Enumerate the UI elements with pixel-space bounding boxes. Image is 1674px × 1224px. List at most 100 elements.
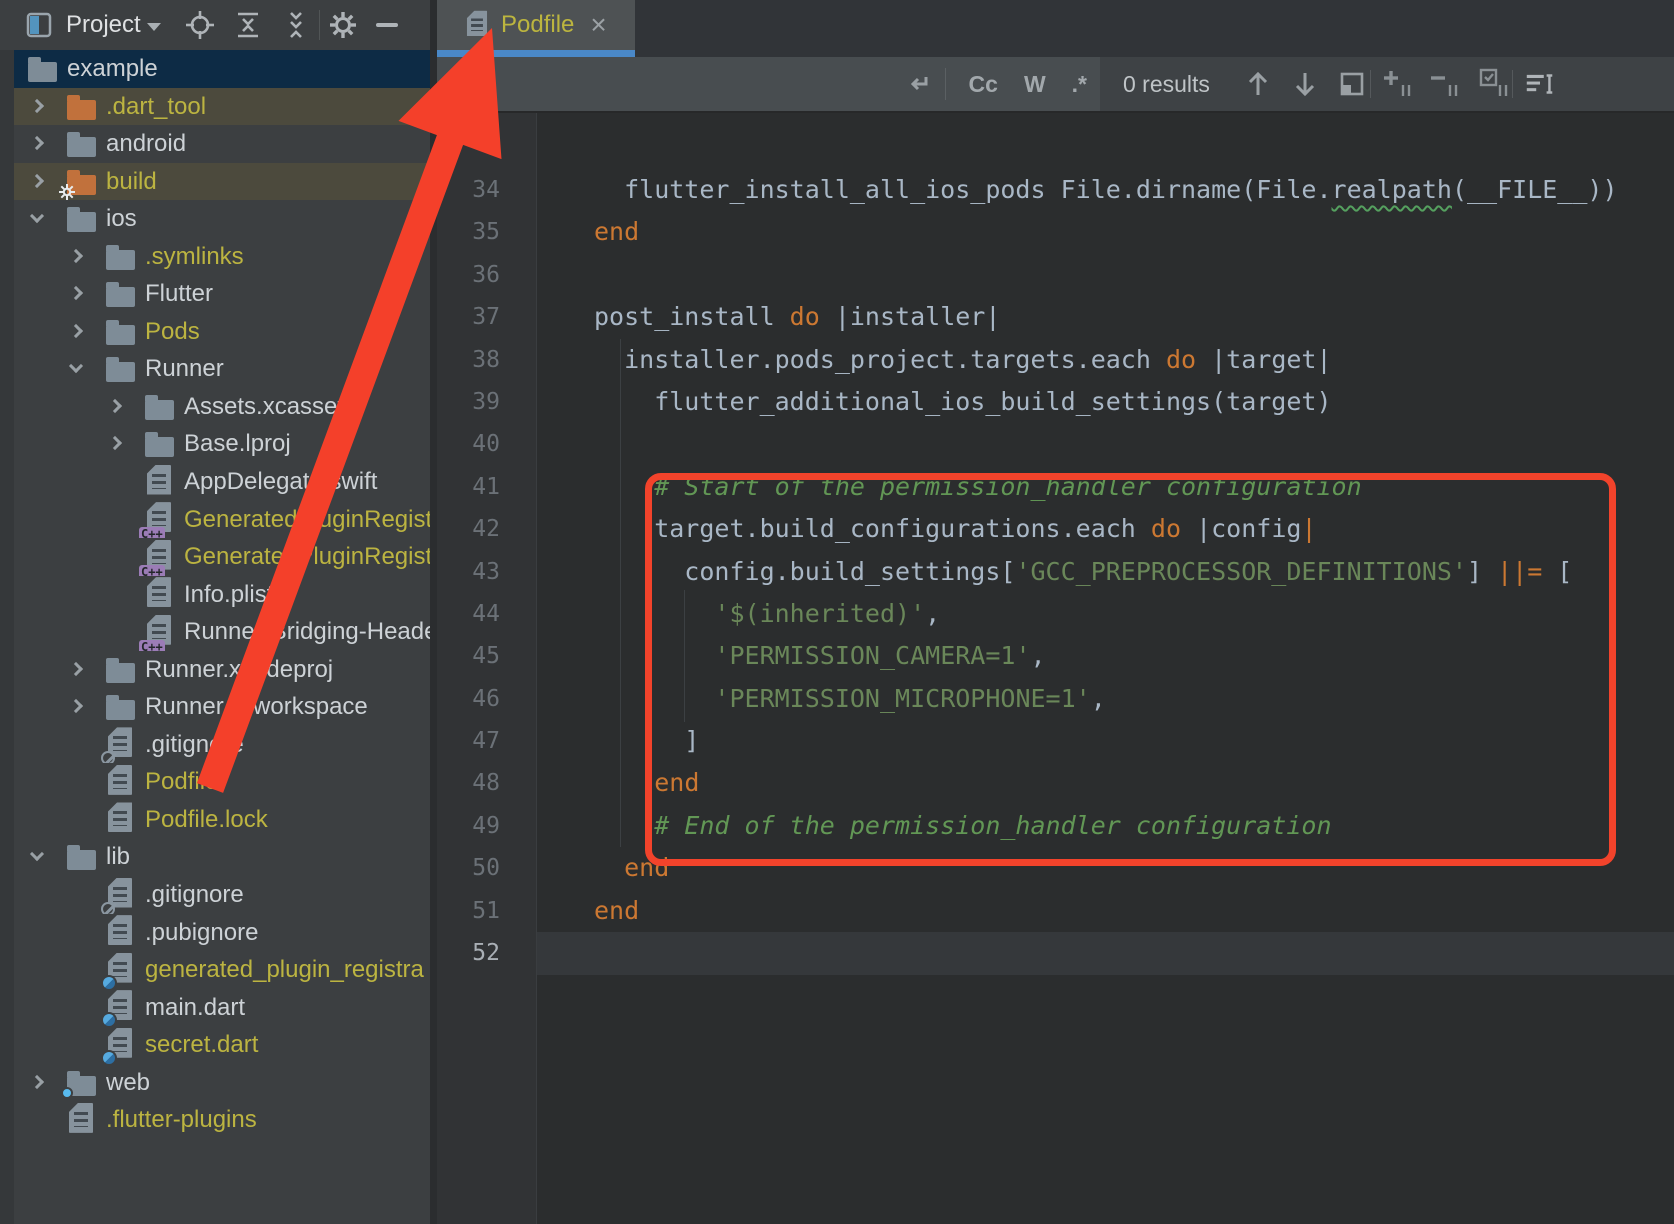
line-number: 42 xyxy=(437,508,536,550)
tab-label: Podfile xyxy=(501,11,574,39)
code-line-52[interactable] xyxy=(594,932,1674,974)
insert-newline-icon[interactable] xyxy=(901,67,935,101)
close-tab-icon[interactable]: × xyxy=(590,15,606,35)
tab-podfile[interactable]: Podfile × xyxy=(437,0,635,57)
tree-item-gitignore[interactable]: .gitignore xyxy=(14,876,430,914)
tree-item-base-lproj[interactable]: Base.lproj xyxy=(14,425,430,463)
select-all-occurrences-icon[interactable] xyxy=(1335,67,1369,101)
code-line-39[interactable]: flutter_additional_ios_build_settings(ta… xyxy=(594,381,1674,423)
file-icon xyxy=(467,10,487,40)
file-icon xyxy=(64,1103,98,1137)
tree-item-android[interactable]: android xyxy=(14,125,430,163)
code-line-40[interactable] xyxy=(594,423,1674,465)
folder-icon xyxy=(64,127,98,161)
project-tree: example.dart_toolandroidbuildios.symlink… xyxy=(0,50,430,1224)
remove-occurrence-icon[interactable] xyxy=(1428,67,1462,101)
chevron-down-icon[interactable] xyxy=(30,847,44,861)
code-line-36[interactable] xyxy=(594,254,1674,296)
code-line-34[interactable]: flutter_install_all_ios_pods File.dirnam… xyxy=(594,169,1674,211)
match-case-toggle[interactable]: Cc xyxy=(969,71,998,98)
tree-item-example[interactable]: example xyxy=(14,50,430,88)
folder-icon xyxy=(103,690,137,724)
line-number: 37 xyxy=(437,296,536,338)
chevron-right-icon[interactable] xyxy=(69,699,83,713)
add-occurrence-icon[interactable] xyxy=(1381,67,1415,101)
tree-item-label: Runner.xcworkspace xyxy=(145,688,368,726)
tree-item-flutter[interactable]: Flutter xyxy=(14,275,430,313)
tree-item-gitignore[interactable]: .gitignore xyxy=(14,726,430,764)
toolbar-divider xyxy=(319,10,320,40)
tree-item-pubignore[interactable]: .pubignore xyxy=(14,914,430,952)
file-icon xyxy=(142,465,176,499)
tree-item-pods[interactable]: Pods xyxy=(14,313,430,351)
tree-item-label: build xyxy=(106,163,157,201)
chevron-right-icon[interactable] xyxy=(69,662,83,676)
tree-item-runner[interactable]: Runner xyxy=(14,350,430,388)
chevron-down-icon[interactable] xyxy=(147,23,161,31)
folder-icon xyxy=(25,52,59,86)
line-number: 48 xyxy=(437,762,536,804)
tree-item-runner-xcodeproj[interactable]: Runner.xcodeproj xyxy=(14,651,430,689)
file-ignored-icon xyxy=(103,878,137,912)
tree-item-label: android xyxy=(106,125,186,163)
tree-item-flutter-plugins[interactable]: .flutter-plugins xyxy=(14,1101,430,1139)
file-ignored-icon xyxy=(103,728,137,762)
tree-item-appdelegate-swift[interactable]: AppDelegate.swift xyxy=(14,463,430,501)
code-line-35[interactable]: end xyxy=(594,211,1674,253)
tree-item-runner-bridging-heade[interactable]: C++Runner-Bridging-Heade xyxy=(14,613,430,651)
chevron-right-icon[interactable] xyxy=(30,174,44,188)
chevron-right-icon[interactable] xyxy=(108,399,122,413)
tree-item-secret-dart[interactable]: secret.dart xyxy=(14,1026,430,1064)
chevron-down-icon[interactable] xyxy=(69,359,83,373)
tree-item-main-dart[interactable]: main.dart xyxy=(14,989,430,1027)
locate-file-icon[interactable] xyxy=(183,8,217,42)
panel-splitter[interactable] xyxy=(430,0,437,1224)
expand-all-icon[interactable] xyxy=(231,8,265,42)
regex-toggle[interactable]: .* xyxy=(1072,71,1087,98)
code-line-51[interactable]: end xyxy=(594,890,1674,932)
tree-item-symlinks[interactable]: .symlinks xyxy=(14,238,430,276)
chevron-right-icon[interactable] xyxy=(69,286,83,300)
chevron-right-icon[interactable] xyxy=(30,136,44,150)
folder-web-icon xyxy=(64,1066,98,1100)
code-line-38[interactable]: installer.pods_project.targets.each do |… xyxy=(594,339,1674,381)
collapse-all-icon[interactable] xyxy=(279,8,313,42)
tree-item-label: AppDelegate.swift xyxy=(184,463,377,501)
chevron-right-icon[interactable] xyxy=(69,249,83,263)
tree-item-assets-xcassets[interactable]: Assets.xcassets xyxy=(14,388,430,426)
search-field[interactable]: Cc W .* xyxy=(437,57,1100,111)
search-input[interactable] xyxy=(485,69,901,99)
chevron-right-icon[interactable] xyxy=(108,436,122,450)
filter-options-icon[interactable] xyxy=(1523,67,1557,101)
select-all-matches-icon[interactable] xyxy=(1478,67,1512,101)
whole-words-toggle[interactable]: W xyxy=(1024,71,1046,98)
next-occurrence-icon[interactable] xyxy=(1288,67,1322,101)
chevron-down-icon[interactable] xyxy=(30,209,44,223)
tree-item-ios[interactable]: ios xyxy=(14,200,430,238)
tree-item-generatedpluginregistr[interactable]: C++GeneratedPluginRegistr xyxy=(14,501,430,539)
settings-gear-icon[interactable] xyxy=(326,8,360,42)
code-line-37[interactable]: post_install do |installer| xyxy=(594,296,1674,338)
tree-item-podfile-lock[interactable]: Podfile.lock xyxy=(14,801,430,839)
chevron-right-icon[interactable] xyxy=(30,1075,44,1089)
tree-item-web[interactable]: web xyxy=(14,1064,430,1102)
tree-item-runner-xcworkspace[interactable]: Runner.xcworkspace xyxy=(14,688,430,726)
tree-item-podfile[interactable]: Podfile xyxy=(14,763,430,801)
tree-item-lib[interactable]: lib xyxy=(14,838,430,876)
tree-item-label: Podfile.lock xyxy=(145,801,268,839)
tree-item-generated-plugin-registra[interactable]: generated_plugin_registra xyxy=(14,951,430,989)
file-cpp-icon: C++ xyxy=(142,615,176,649)
editor-gutter[interactable]: 34353637383940414243444546474849505152 xyxy=(437,113,537,1224)
folder-icon xyxy=(64,840,98,874)
hide-panel-icon[interactable] xyxy=(370,8,404,42)
chevron-right-icon[interactable] xyxy=(69,324,83,338)
project-tool-window-icon[interactable] xyxy=(22,8,56,42)
line-number: 40 xyxy=(437,423,536,465)
previous-occurrence-icon[interactable] xyxy=(1241,67,1275,101)
tree-item-build[interactable]: build xyxy=(14,163,430,201)
project-panel-title[interactable]: Project xyxy=(66,11,141,39)
tree-item-generatedpluginregistr[interactable]: C++GeneratedPluginRegistr xyxy=(14,538,430,576)
tree-item-info-plist[interactable]: Info.plist xyxy=(14,576,430,614)
chevron-right-icon[interactable] xyxy=(30,98,44,112)
tree-item-dart-tool[interactable]: .dart_tool xyxy=(14,88,430,126)
